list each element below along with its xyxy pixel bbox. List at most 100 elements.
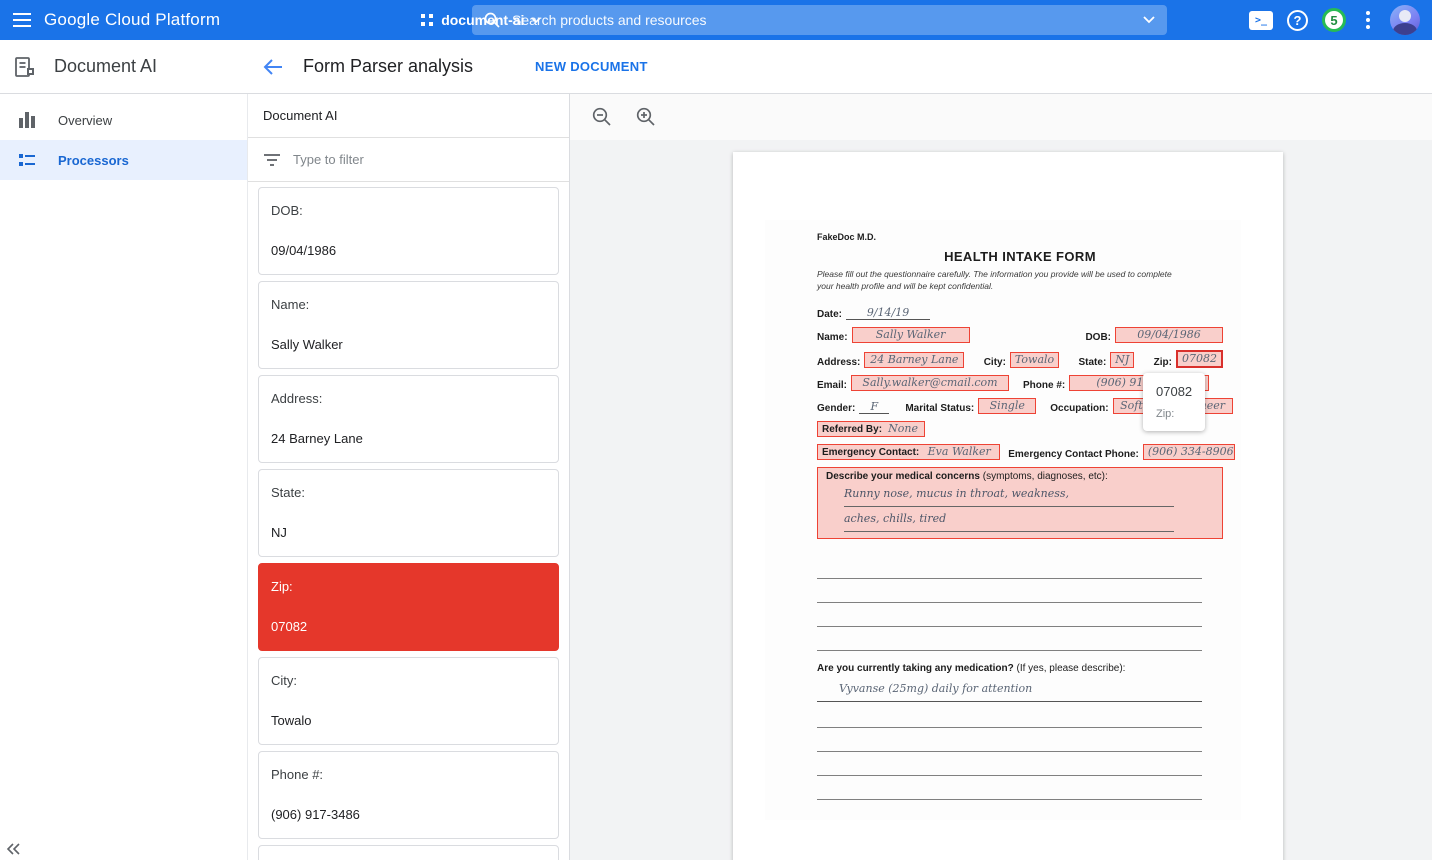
user-avatar[interactable] xyxy=(1390,5,1420,35)
form-concerns-line2: aches, chills, tired xyxy=(844,507,1174,532)
form-row-emergency: Emergency Contact:Eva Walker Emergency C… xyxy=(817,444,1223,460)
doc-highlight-emergency-contact[interactable]: Emergency Contact:Eva Walker xyxy=(817,444,1000,460)
field-card-state[interactable]: State: NJ xyxy=(258,469,559,557)
back-arrow-icon[interactable] xyxy=(263,59,283,75)
field-card-zip[interactable]: Zip: 07082 xyxy=(258,563,559,651)
form-concerns-line1: Runny nose, mucus in throat, weakness, xyxy=(844,482,1174,507)
doc-highlight-address[interactable]: 24 Barney Lane xyxy=(864,352,964,368)
doc-highlight-referred[interactable]: Referred By:None xyxy=(817,421,925,437)
field-value: 09/04/1986 xyxy=(271,243,546,258)
form-date-value: 9/14/19 xyxy=(846,306,930,320)
project-icon xyxy=(420,13,434,27)
tooltip-value: 07082 xyxy=(1156,384,1192,399)
doc-highlight-name[interactable]: Sally Walker xyxy=(852,327,970,343)
field-label: Address: xyxy=(271,391,546,406)
field-card-dob[interactable]: DOB: 09/04/1986 xyxy=(258,187,559,275)
help-icon[interactable]: ? xyxy=(1287,10,1308,31)
field-label: Zip: xyxy=(271,579,546,594)
form-date-label: Date: xyxy=(817,309,842,320)
field-label: State: xyxy=(271,485,546,500)
overview-icon xyxy=(18,111,36,129)
processors-icon xyxy=(18,151,36,169)
form-city-label: City: xyxy=(984,357,1006,368)
form-zip-label: Zip: xyxy=(1154,357,1172,368)
cloud-shell-icon[interactable]: >_ xyxy=(1249,11,1273,30)
document-viewer: FakeDoc M.D. HEALTH INTAKE FORM Please f… xyxy=(570,94,1432,860)
form-row-name-dob: Name: Sally Walker DOB: 09/04/1986 xyxy=(817,327,1223,343)
sidebar-item-label: Processors xyxy=(58,153,129,168)
field-card-city[interactable]: City: Towalo xyxy=(258,657,559,745)
search-input[interactable] xyxy=(512,12,1131,28)
doc-highlight-concerns[interactable]: Describe your medical concerns (symptoms… xyxy=(817,467,1223,539)
panel-title: Document AI xyxy=(248,94,569,138)
form-phone-label: Phone #: xyxy=(1023,380,1065,391)
viewer-toolbar xyxy=(570,94,1432,140)
form-blank-line xyxy=(817,555,1202,579)
field-value: Sally Walker xyxy=(271,337,546,352)
more-options-icon[interactable] xyxy=(1360,7,1376,33)
form-blank-line xyxy=(817,776,1202,800)
filter-row xyxy=(248,138,569,182)
doc-highlight-email[interactable]: Sally.walker@cmail.com xyxy=(851,375,1009,391)
form-blank-line xyxy=(817,579,1202,603)
field-card-partial[interactable] xyxy=(258,845,559,860)
field-value: (906) 917-3486 xyxy=(271,807,546,822)
new-document-button[interactable]: NEW DOCUMENT xyxy=(535,59,648,74)
form-address-label: Address: xyxy=(817,357,860,368)
trial-days-badge[interactable]: 5 xyxy=(1322,8,1346,32)
form-concerns-label: Describe your medical concerns xyxy=(826,471,980,482)
doc-highlight-dob[interactable]: 09/04/1986 xyxy=(1115,327,1223,343)
form-instructions: Please fill out the questionnaire carefu… xyxy=(817,269,1223,293)
form-blank-line xyxy=(817,704,1202,728)
field-value: 24 Barney Lane xyxy=(271,431,546,446)
field-label: DOB: xyxy=(271,203,546,218)
field-card-phone[interactable]: Phone #: (906) 917-3486 xyxy=(258,751,559,839)
filter-icon xyxy=(264,154,280,166)
form-gender-value: F xyxy=(859,400,889,414)
doc-highlight-zip[interactable]: 07082 xyxy=(1176,350,1223,368)
field-value: 07082 xyxy=(271,619,546,634)
collapse-sidebar-icon[interactable] xyxy=(6,842,22,856)
doc-highlight-marital[interactable]: Single xyxy=(978,398,1036,414)
app-header: Document AI Form Parser analysis NEW DOC… xyxy=(0,40,1432,94)
form-title: HEALTH INTAKE FORM xyxy=(817,249,1223,264)
field-card-name[interactable]: Name: Sally Walker xyxy=(258,281,559,369)
gcp-brand[interactable]: Google Cloud Platform xyxy=(44,10,220,30)
zoom-in-icon[interactable] xyxy=(634,105,658,129)
search-expand-chevron-icon[interactable] xyxy=(1143,16,1155,24)
form-name-label: Name: xyxy=(817,332,848,343)
product-block: Document AI xyxy=(0,55,247,79)
field-value: Towalo xyxy=(271,713,546,728)
document-ai-icon xyxy=(12,55,36,79)
gcp-top-bar: Google Cloud Platform document-ai >_ ? 5 xyxy=(0,0,1432,40)
zoom-out-icon[interactable] xyxy=(590,105,614,129)
doc-highlight-emergency-phone[interactable]: (906) 334-8906 xyxy=(1143,444,1235,460)
sidebar-item-processors[interactable]: Processors xyxy=(0,140,247,180)
doc-highlight-city[interactable]: Towalo xyxy=(1010,352,1059,368)
search-bar[interactable] xyxy=(472,5,1167,35)
field-label: Name: xyxy=(271,297,546,312)
product-title: Document AI xyxy=(54,56,157,77)
form-row-address: Address: 24 Barney Lane City: Towalo Sta… xyxy=(817,350,1223,368)
form-dob-label: DOB: xyxy=(1085,332,1111,343)
document-page[interactable]: FakeDoc M.D. HEALTH INTAKE FORM Please f… xyxy=(733,152,1283,860)
header-actions: >_ ? 5 xyxy=(1249,0,1426,40)
field-card-list: DOB: 09/04/1986 Name: Sally Walker Addre… xyxy=(248,182,569,860)
form-clinic-name: FakeDoc M.D. xyxy=(817,232,1223,242)
form-marital-label: Marital Status: xyxy=(905,403,974,414)
viewer-canvas: FakeDoc M.D. HEALTH INTAKE FORM Please f… xyxy=(570,140,1432,860)
form-blank-line xyxy=(817,728,1202,752)
entity-tooltip: 07082 Zip: xyxy=(1143,373,1205,431)
search-icon xyxy=(484,12,500,28)
form-medication-question: Are you currently taking any medication?… xyxy=(817,663,1223,674)
filter-input[interactable] xyxy=(293,152,569,167)
form-occupation-label: Occupation: xyxy=(1050,403,1108,414)
field-value: NJ xyxy=(271,525,546,540)
fields-panel: Document AI DOB: 09/04/1986 Name: Sally … xyxy=(247,94,570,860)
form-medication-answer: Vyvanse (25mg) daily for attention xyxy=(817,676,1202,702)
doc-highlight-state[interactable]: NJ xyxy=(1110,352,1134,368)
field-card-address[interactable]: Address: 24 Barney Lane xyxy=(258,375,559,463)
tooltip-label: Zip: xyxy=(1156,408,1192,420)
menu-icon[interactable] xyxy=(0,0,44,40)
sidebar-item-overview[interactable]: Overview xyxy=(0,100,247,140)
